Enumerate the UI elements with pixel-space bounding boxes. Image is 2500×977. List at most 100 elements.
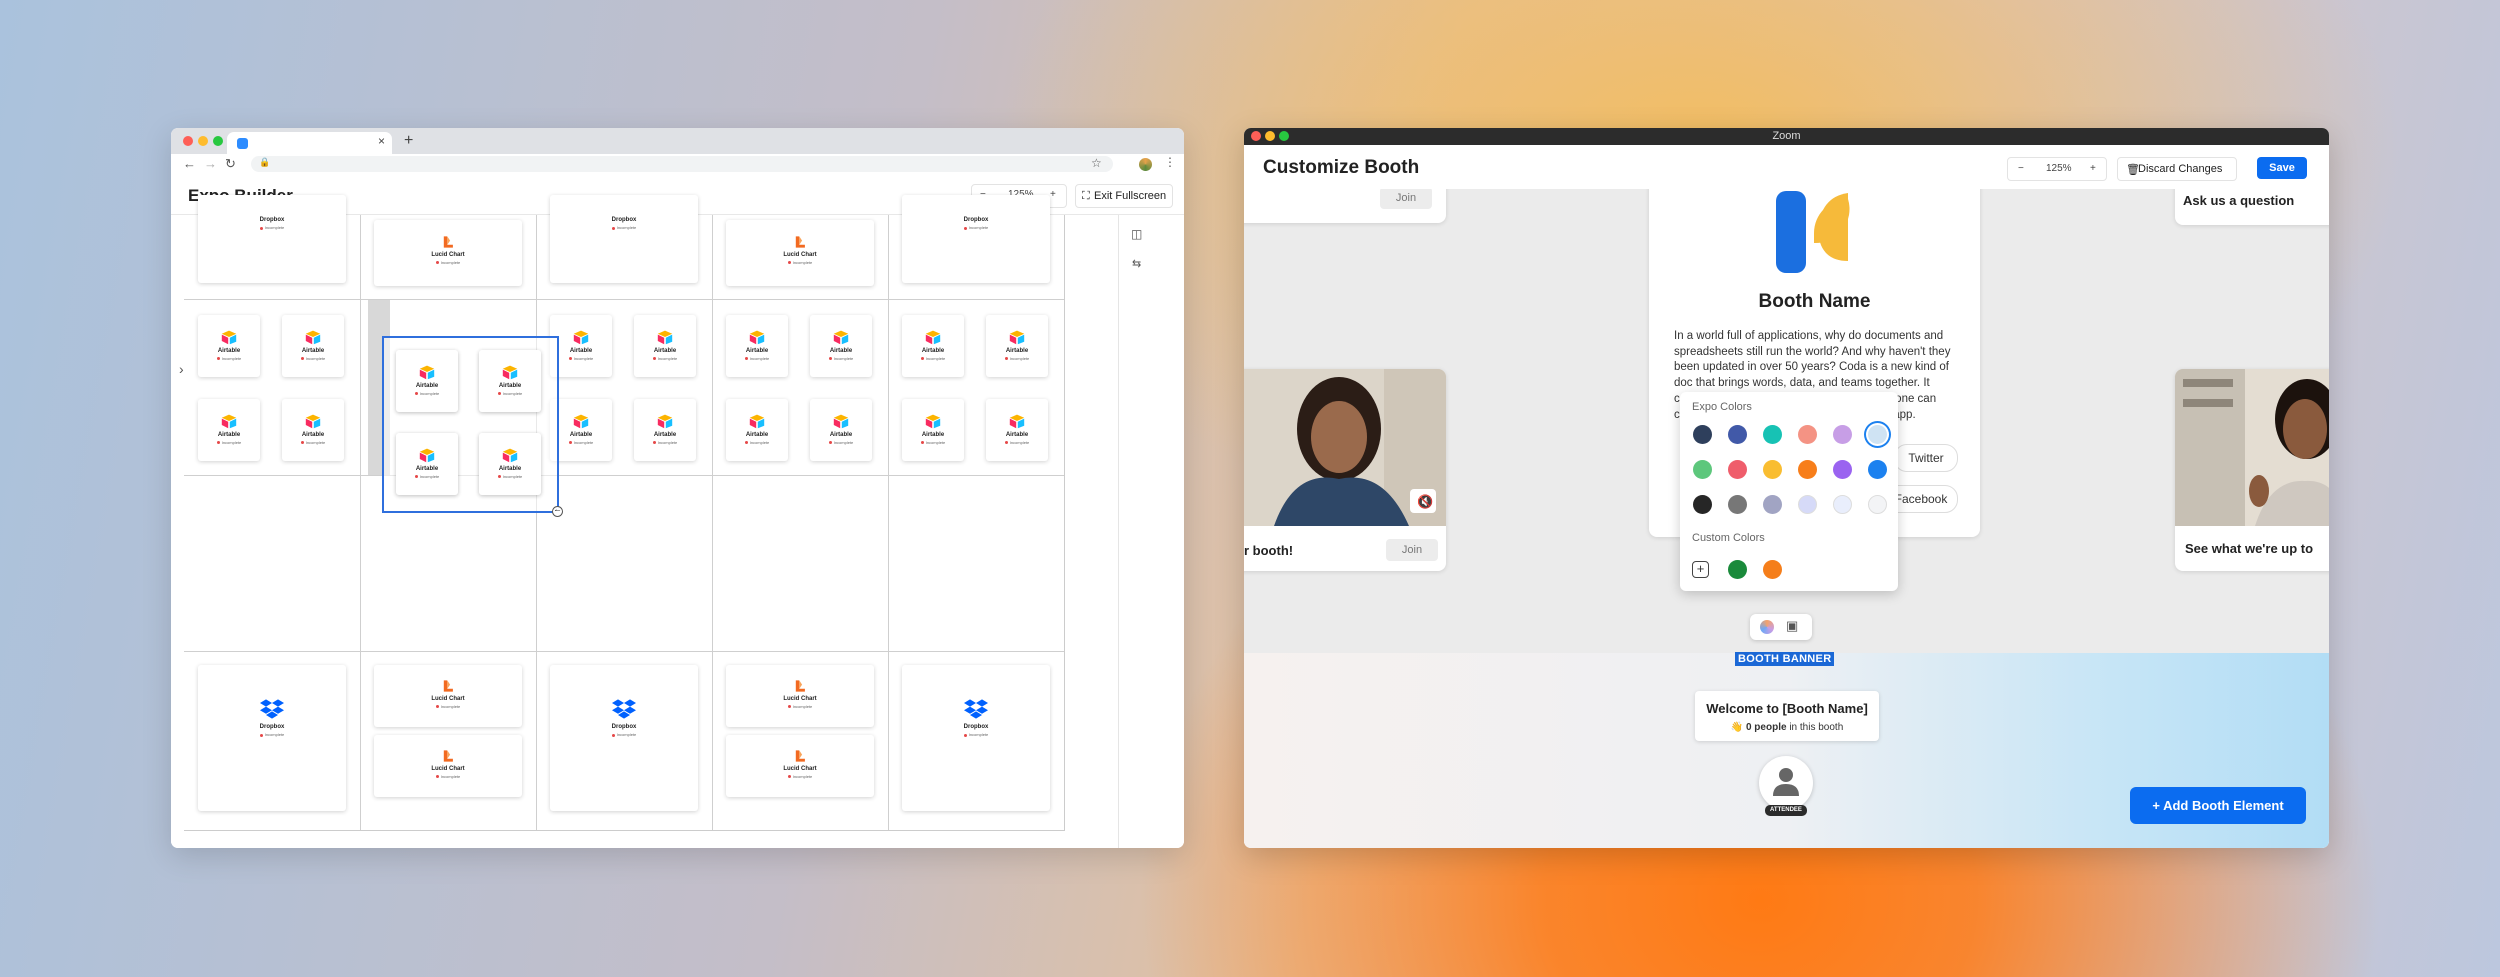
lock-icon: 🔒 (259, 157, 271, 167)
tab-close-icon[interactable]: × (378, 134, 385, 148)
resize-handle-icon[interactable]: ↼ (552, 506, 563, 517)
booth-card-status: Incomplete (810, 440, 872, 445)
zoom-in-button[interactable]: + (1050, 189, 1056, 200)
forward-icon[interactable]: → (204, 156, 217, 171)
bookmark-star-icon[interactable]: ☆ (1091, 156, 1102, 170)
browser-menu-icon[interactable]: ⋮ (1164, 155, 1176, 169)
expo-color-swatch[interactable] (1693, 460, 1712, 479)
new-tab-button[interactable]: + (404, 132, 413, 150)
booth-card-airtable[interactable]: Airtable Incomplete (810, 399, 872, 461)
layout-icon[interactable]: ◫ (1131, 227, 1142, 241)
grid-line (184, 475, 1064, 476)
join-button[interactable]: Join (1386, 539, 1438, 561)
booth-card-dropbox[interactable]: Dropbox Incomplete (198, 195, 346, 283)
booth-card-name: Airtable (217, 347, 241, 354)
custom-color-swatch[interactable] (1728, 560, 1747, 579)
expo-canvas[interactable]: › Dropbox Incomplete Lucid Chart Incomplete… (171, 195, 1118, 848)
booth-card-airtable[interactable]: Airtable Incomplete (986, 399, 1048, 461)
expo-color-swatch[interactable] (1728, 460, 1747, 479)
attendee-avatar[interactable] (1759, 756, 1813, 810)
booth-card-airtable[interactable]: Airtable Incomplete (726, 399, 788, 461)
expo-color-swatch[interactable] (1833, 425, 1852, 444)
booth-card-airtable[interactable]: Airtable Incomplete (550, 315, 612, 377)
booth-card-airtable[interactable]: Airtable Incomplete (902, 315, 964, 377)
add-booth-element-button[interactable]: + Add Booth Element (2130, 787, 2306, 824)
booth-card-airtable[interactable]: Airtable Incomplete (198, 315, 260, 377)
profile-avatar[interactable] (1139, 158, 1152, 171)
join-button[interactable]: Join (1380, 189, 1432, 209)
booth-card-name: Airtable (745, 347, 769, 354)
booth-card-dropbox[interactable]: Dropbox Incomplete (902, 665, 1050, 811)
booth-card-airtable[interactable]: Airtable Incomplete (282, 399, 344, 461)
booth-card-dropbox[interactable]: Dropbox Incomplete (198, 665, 346, 811)
booth-card-airtable[interactable]: Airtable Incomplete (726, 315, 788, 377)
zoom-in-button[interactable]: + (2090, 163, 2096, 174)
add-custom-color-button[interactable]: + (1692, 561, 1709, 578)
booth-card-lucid[interactable]: Lucid Chart Incomplete (374, 665, 522, 727)
zoom-favicon-icon (237, 138, 248, 149)
booth-card-dropbox[interactable]: Dropbox Incomplete (550, 665, 698, 811)
expo-color-swatch[interactable] (1763, 495, 1782, 514)
close-window-button[interactable] (183, 136, 193, 146)
booth-card-lucid[interactable]: Lucid Chart Incomplete (374, 220, 522, 286)
twitter-link[interactable]: Twitter (1894, 444, 1958, 472)
expo-color-swatch[interactable] (1833, 460, 1852, 479)
airtable-logo-icon (657, 329, 673, 350)
booth-card-airtable[interactable]: Airtable Incomplete (634, 315, 696, 377)
url-input[interactable]: 🔒 ☆ (251, 156, 1113, 172)
zoom-out-button[interactable]: − (2018, 163, 2024, 174)
discard-changes-button[interactable]: 🗑 Discard Changes (2117, 157, 2237, 181)
custom-color-swatch[interactable] (1763, 560, 1782, 579)
booth-card-lucid[interactable]: Lucid Chart Incomplete (374, 735, 522, 797)
expo-color-swatch[interactable] (1728, 495, 1747, 514)
booth-card-status: Incomplete (282, 356, 344, 361)
booth-card-lucid[interactable]: Lucid Chart Incomplete (726, 220, 874, 286)
expo-color-swatch[interactable] (1868, 460, 1887, 479)
expo-color-swatch[interactable] (1763, 460, 1782, 479)
booth-card-dropbox[interactable]: Dropbox Incomplete (902, 195, 1050, 283)
color-picker-icon[interactable] (1760, 620, 1774, 634)
airtable-logo-icon (419, 447, 435, 468)
expo-color-swatch[interactable] (1868, 425, 1887, 444)
booth-card-name: Airtable (415, 465, 439, 472)
expo-color-swatch[interactable] (1798, 460, 1817, 479)
reload-icon[interactable]: ↻ (225, 156, 236, 172)
browser-tab[interactable]: × (227, 132, 392, 154)
booth-card-name: Lucid Chart (783, 695, 817, 702)
expo-color-swatch[interactable] (1798, 495, 1817, 514)
booth-card-airtable[interactable]: Airtable Incomplete (479, 433, 541, 495)
booth-card-airtable[interactable]: Airtable Incomplete (986, 315, 1048, 377)
expand-panel-chevron-icon[interactable]: › (179, 361, 184, 377)
booth-card-status: Incomplete (198, 356, 260, 361)
exit-fullscreen-button[interactable]: ⛶ Exit Fullscreen (1075, 184, 1173, 208)
expo-color-swatch[interactable] (1798, 425, 1817, 444)
maximize-window-button[interactable] (213, 136, 223, 146)
booth-card-lucid[interactable]: Lucid Chart Incomplete (726, 735, 874, 797)
booth-card-airtable[interactable]: Airtable Incomplete (634, 399, 696, 461)
booth-card-airtable[interactable]: Airtable Incomplete (550, 399, 612, 461)
booth-card-lucid[interactable]: Lucid Chart Incomplete (726, 665, 874, 727)
zoom-window-customize-booth: Zoom Customize Booth − 125% + 🗑 Discard … (1244, 128, 2329, 848)
booth-card-status: Incomplete (396, 391, 458, 396)
expo-color-swatch[interactable] (1693, 425, 1712, 444)
expo-color-swatch[interactable] (1868, 495, 1887, 514)
booth-card-airtable[interactable]: Airtable Incomplete (282, 315, 344, 377)
back-icon[interactable]: ← (183, 156, 196, 171)
zoom-title-bar: Zoom (1244, 128, 2329, 145)
swap-icon[interactable]: ⇆ (1132, 257, 1141, 270)
expo-color-swatch[interactable] (1728, 425, 1747, 444)
booth-card-dropbox[interactable]: Dropbox Incomplete (550, 195, 698, 283)
minimize-window-button[interactable] (198, 136, 208, 146)
booth-card-status: Incomplete (726, 440, 788, 445)
booth-card-airtable[interactable]: Airtable Incomplete (396, 350, 458, 412)
booth-card-airtable[interactable]: Airtable Incomplete (810, 315, 872, 377)
save-button[interactable]: Save (2257, 157, 2307, 179)
expo-color-swatch[interactable] (1763, 425, 1782, 444)
booth-card-airtable[interactable]: Airtable Incomplete (479, 350, 541, 412)
expo-color-swatch[interactable] (1693, 495, 1712, 514)
booth-card-airtable[interactable]: Airtable Incomplete (902, 399, 964, 461)
image-icon[interactable]: ▣ (1786, 618, 1798, 634)
booth-card-airtable[interactable]: Airtable Incomplete (396, 433, 458, 495)
expo-color-swatch[interactable] (1833, 495, 1852, 514)
booth-card-airtable[interactable]: Airtable Incomplete (198, 399, 260, 461)
